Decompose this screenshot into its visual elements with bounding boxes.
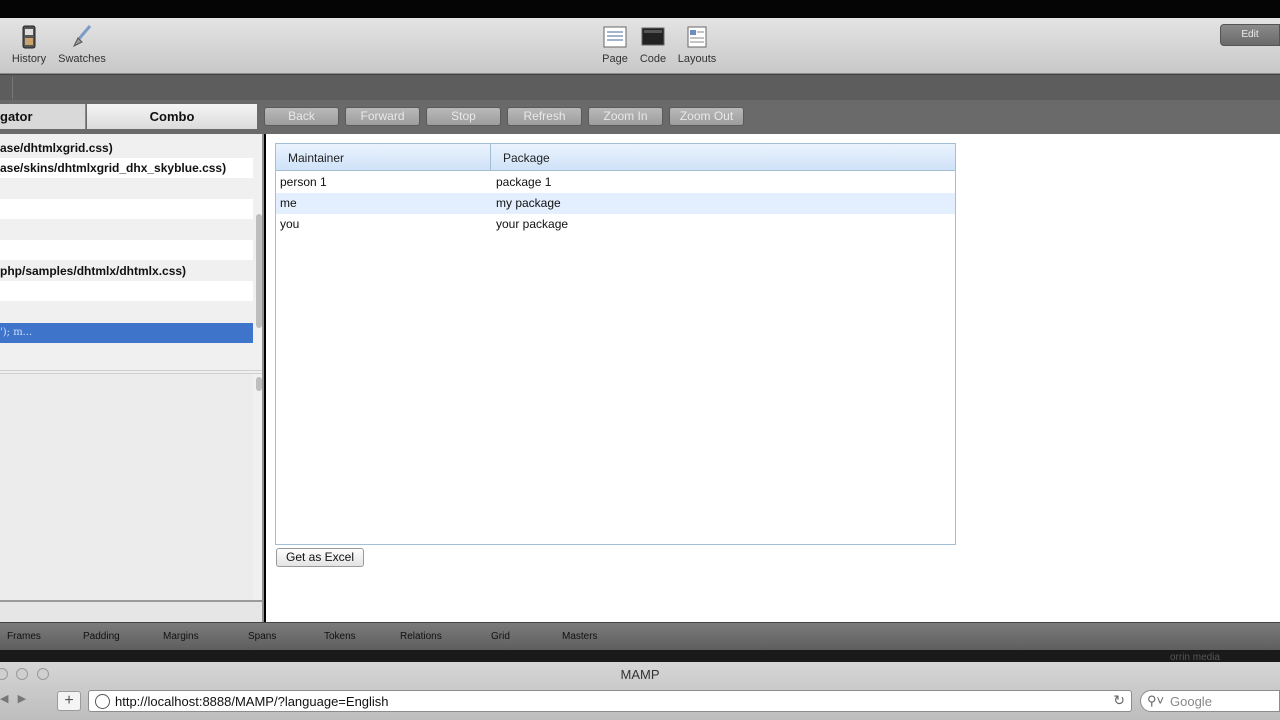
list-item[interactable]: ase/dhtmlxgrid.css) [0, 138, 253, 158]
list-item[interactable]: php/samples/dhtmlx/dhtmlx.css) [0, 261, 253, 281]
swatches-button[interactable]: Swatches [55, 22, 109, 72]
scrollbar-thumb[interactable] [256, 214, 262, 328]
list-item[interactable] [0, 199, 253, 219]
guide-frames[interactable]: Frames [7, 631, 41, 642]
search-icon: ⚲˅ [1147, 693, 1165, 708]
url-text: http://localhost:8888/MAMP/?language=Eng… [115, 694, 389, 709]
scrollbar-thumb[interactable] [256, 377, 262, 391]
top-strip [0, 0, 1280, 18]
back-button[interactable]: Back [264, 107, 339, 126]
lower-pane [0, 374, 253, 622]
column-header-maintainer[interactable]: Maintainer [276, 144, 491, 170]
tab-navigator[interactable]: gator [0, 104, 86, 129]
refresh-button[interactable]: Refresh [507, 107, 582, 126]
list-item-selected[interactable]: '); m... [0, 323, 253, 343]
tab-combo[interactable]: Combo [87, 104, 257, 129]
zoom-out-button[interactable]: Zoom Out [669, 107, 744, 126]
guide-grid[interactable]: Grid [491, 631, 510, 642]
stop-button[interactable]: Stop [426, 107, 501, 126]
zoom-in-button[interactable]: Zoom In [588, 107, 663, 126]
search-field[interactable]: ⚲˅ Google [1140, 690, 1280, 712]
guides-bar: Frames Padding Margins Spans Tokens Rela… [0, 622, 1280, 650]
globe-icon [95, 694, 110, 709]
forward-button[interactable]: Forward [345, 107, 420, 126]
data-grid: Maintainer Package person 1 package 1 me… [275, 143, 956, 545]
preview-navbar: gator Combo Back Forward Stop Refresh Zo… [0, 100, 1280, 134]
guide-masters[interactable]: Masters [562, 631, 598, 642]
forward-arrow-icon[interactable]: ▶ [18, 693, 26, 705]
layouts-button[interactable]: Layouts [670, 22, 724, 72]
secondary-bar [0, 74, 1280, 100]
table-cell: my package [496, 196, 561, 210]
grid-header: Maintainer Package [276, 144, 955, 171]
code-terminal-icon [641, 27, 665, 46]
list-item[interactable] [0, 302, 253, 322]
table-cell: person 1 [280, 175, 327, 189]
main-toolbar: History Swatches Page Code Layouts Edit [0, 18, 1280, 74]
divider [12, 77, 13, 99]
table-cell: me [280, 196, 297, 210]
status-strip [0, 650, 1280, 662]
table-row[interactable]: me my package [276, 193, 955, 214]
list-item[interactable] [0, 178, 253, 198]
guide-spans[interactable]: Spans [248, 631, 276, 642]
column-header-package[interactable]: Package [492, 144, 955, 170]
guide-padding[interactable]: Padding [83, 631, 120, 642]
table-cell: you [280, 217, 300, 231]
page-icon [603, 26, 627, 48]
table-cell: package 1 [496, 175, 552, 189]
get-as-excel-button[interactable]: Get as Excel [276, 548, 364, 567]
preview-content: Maintainer Package person 1 package 1 me… [266, 134, 1280, 622]
table-row[interactable]: you your package [276, 214, 955, 235]
layouts-icon [687, 26, 707, 48]
back-arrow-icon[interactable]: ◀ [0, 693, 8, 705]
history-icon [22, 25, 36, 49]
reload-icon[interactable]: ↻ [1113, 692, 1125, 709]
history-button[interactable]: History [2, 22, 56, 72]
lower-pane-footer [0, 600, 262, 622]
browser-window: MAMP ◀ ▶ + http://localhost:8888/MAMP/?l… [0, 662, 1280, 720]
add-bookmark-button[interactable]: + [57, 691, 81, 711]
app-window: History Swatches Page Code Layouts Edit … [0, 0, 1280, 720]
table-cell: your package [496, 217, 569, 231]
address-bar[interactable]: http://localhost:8888/MAMP/?language=Eng… [88, 690, 1132, 712]
edit-button[interactable]: Edit [1220, 24, 1280, 46]
window-title: MAMP [620, 667, 660, 682]
list-item[interactable] [0, 219, 253, 239]
swatches-label: Swatches [58, 53, 106, 65]
layouts-label: Layouts [677, 53, 717, 65]
guide-tokens[interactable]: Tokens [324, 631, 356, 642]
swatches-brush-icon [72, 25, 92, 48]
back-forward-arrows[interactable]: ◀ ▶ [0, 692, 26, 705]
list-item[interactable] [0, 240, 253, 260]
css-file-list: ase/dhtmlxgrid.css) ase/skins/dhtmlxgrid… [0, 138, 253, 374]
guide-margins[interactable]: Margins [163, 631, 199, 642]
history-label: History [11, 53, 47, 65]
list-item[interactable]: ase/skins/dhtmlxgrid_dhx_skyblue.css) [0, 158, 253, 178]
guide-relations[interactable]: Relations [400, 631, 442, 642]
search-placeholder: Google [1170, 694, 1212, 709]
left-panel: ase/dhtmlxgrid.css) ase/skins/dhtmlxgrid… [0, 134, 264, 622]
list-item[interactable] [0, 281, 253, 301]
table-row[interactable]: person 1 package 1 [276, 172, 955, 193]
